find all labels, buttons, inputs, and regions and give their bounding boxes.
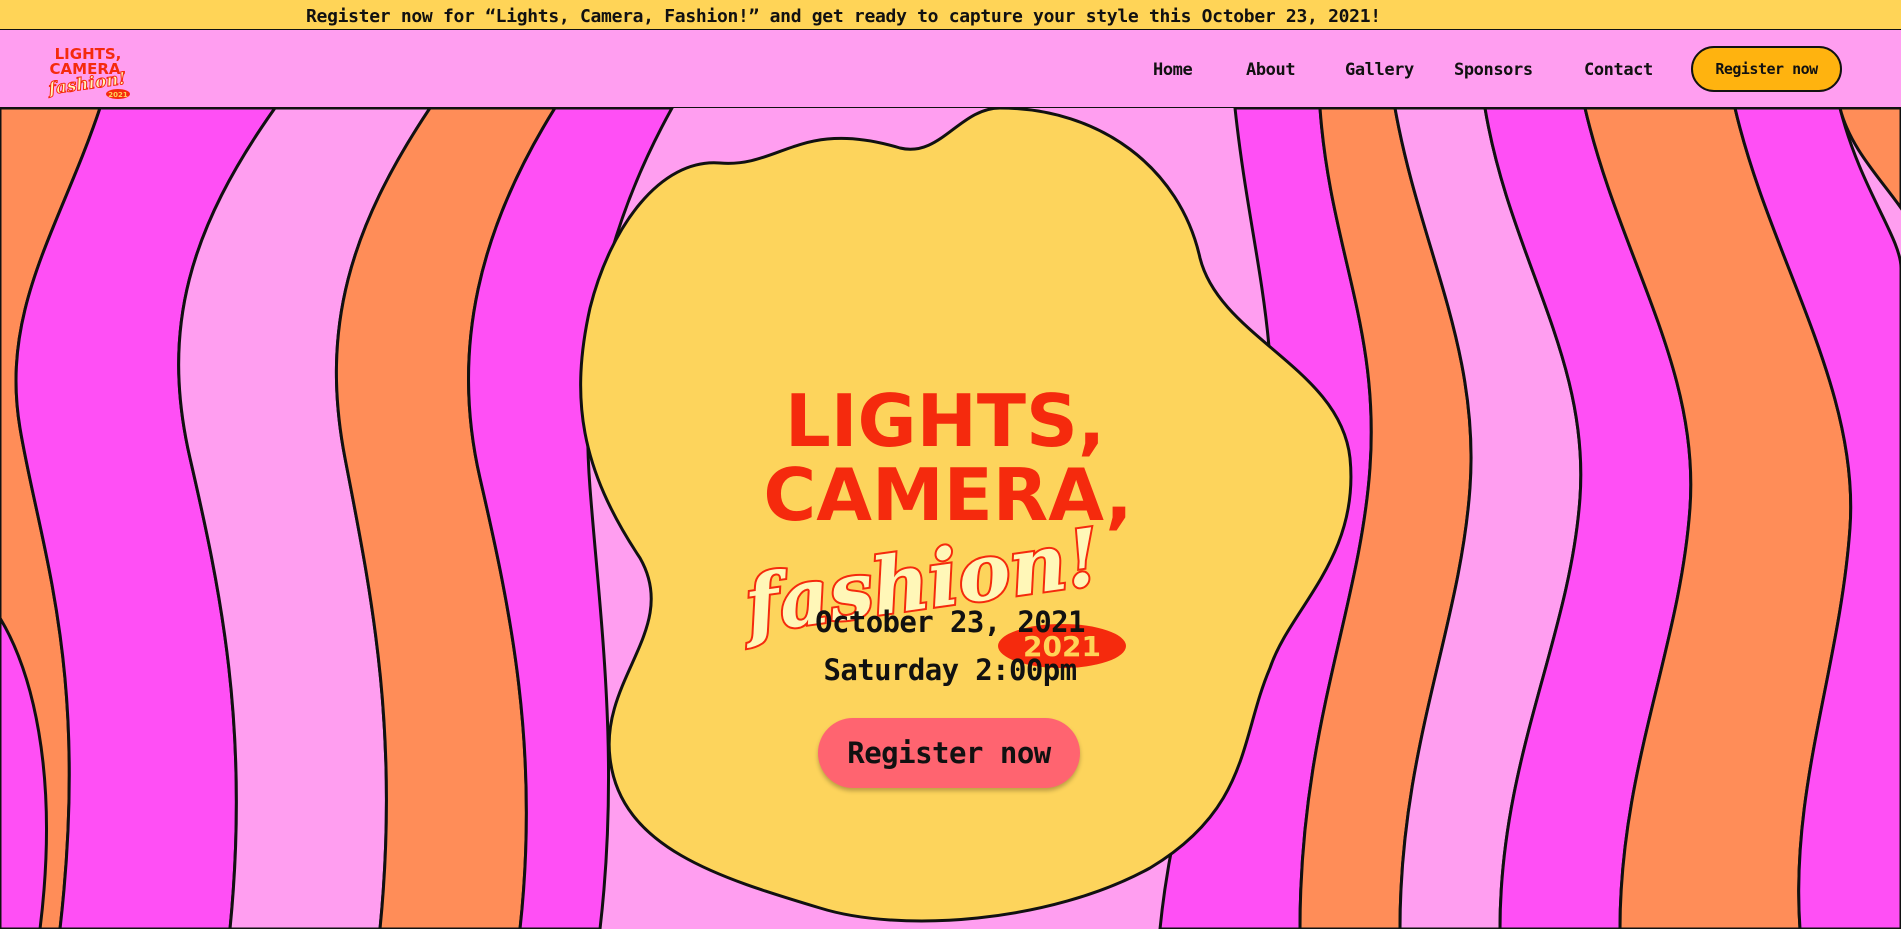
event-time: Saturday 2:00pm (823, 653, 1078, 687)
hero-title-line1: LIGHTS, (785, 379, 1105, 463)
announcement-text: Register now for “Lights, Camera, Fashio… (306, 6, 1381, 27)
hero-register-button[interactable]: Register now (818, 718, 1080, 788)
hero-section: LIGHTS, CAMERA, fashion! 2021 October 23… (0, 108, 1901, 929)
nav-contact[interactable]: Contact (1584, 60, 1653, 80)
announcement-banner: Register now for “Lights, Camera, Fashio… (0, 0, 1901, 30)
nav-register-button[interactable]: Register now (1691, 46, 1842, 92)
site-logo[interactable]: LIGHTS, CAMERA, fashion! 2021 (40, 40, 150, 100)
navbar: LIGHTS, CAMERA, fashion! 2021 Home About… (0, 30, 1901, 108)
nav-gallery[interactable]: Gallery (1345, 60, 1414, 80)
lights-camera-fashion-logo-icon: LIGHTS, CAMERA, fashion! 2021 (46, 45, 130, 100)
logo-year: 2021 (108, 91, 128, 99)
event-date: October 23, 2021 (815, 605, 1085, 639)
nav-sponsors[interactable]: Sponsors (1454, 60, 1533, 80)
nav-about[interactable]: About (1246, 60, 1296, 80)
nav-home[interactable]: Home (1153, 60, 1193, 80)
